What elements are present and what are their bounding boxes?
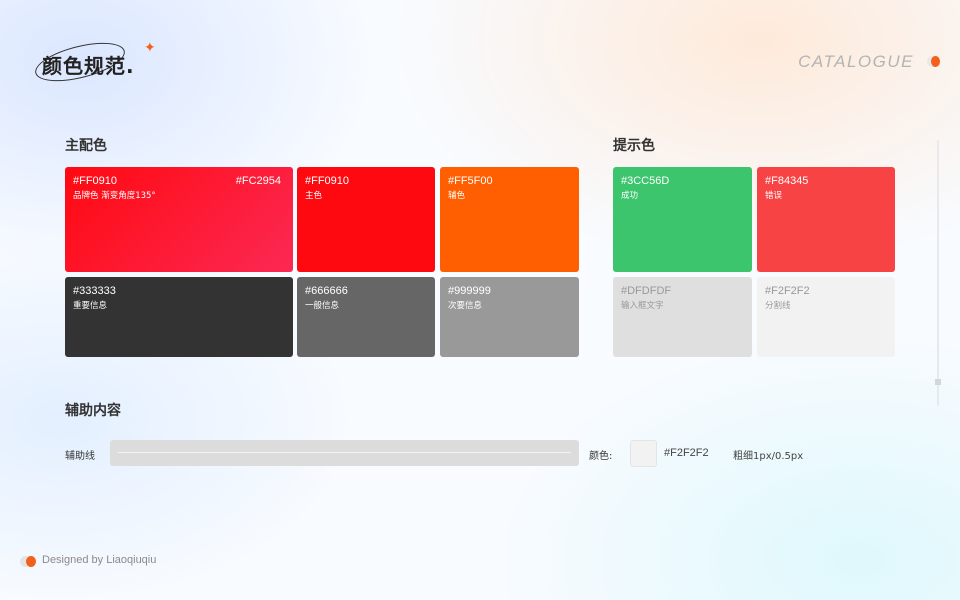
swatch-code: #F2F2F2 xyxy=(765,285,810,297)
color-sample-swatch xyxy=(630,440,657,467)
swatch-code: #F84345 xyxy=(765,175,809,187)
swatch-brand-gradient: #FF0910 品牌色 渐变角度135° #FC2954 xyxy=(65,167,293,272)
primary-colors-title: 主配色 xyxy=(65,138,107,154)
swatch-important-text: #333333 重要信息 xyxy=(65,277,293,357)
swatch-name: 次要信息 xyxy=(448,301,483,311)
swatch-code-end: #FC2954 xyxy=(235,175,281,187)
catalogue-dot-icon[interactable] xyxy=(927,56,940,67)
page-title: 颜色规范. xyxy=(42,54,135,78)
swatch-code: #DFDFDF xyxy=(621,285,672,297)
footer-credit: Designed by Liaoqiuqiu xyxy=(42,554,157,566)
swatch-name: 输入框文字 xyxy=(621,301,664,311)
swatch-code: #999999 xyxy=(448,285,491,297)
scrollbar-track[interactable] xyxy=(937,140,939,406)
swatch-name: 一般信息 xyxy=(305,301,340,311)
swatch-name: 错误 xyxy=(765,191,783,201)
color-label: 颜色: xyxy=(589,451,613,462)
swatch-code: #333333 xyxy=(73,285,116,297)
auxiliary-line-sample xyxy=(110,440,579,466)
swatch-success: #3CC56D 成功 xyxy=(613,167,752,272)
swatch-code: #FF5F00 xyxy=(448,175,493,187)
swatch-code: #3CC56D xyxy=(621,175,670,187)
swatch-divider: #F2F2F2 分割线 xyxy=(757,277,895,357)
swatch-secondary-text: #999999 次要信息 xyxy=(440,277,579,357)
scrollbar-thumb[interactable] xyxy=(935,379,941,385)
line-weight-text: 粗细1px/0.5px xyxy=(733,451,804,462)
swatch-code: #FF0910 xyxy=(305,175,350,187)
guide-line xyxy=(118,452,571,453)
auxiliary-title: 辅助内容 xyxy=(65,403,121,419)
swatch-name: 品牌色 渐变角度135° xyxy=(73,191,156,201)
sparkle-icon: ✦ xyxy=(144,40,156,56)
hint-colors-title: 提示色 xyxy=(613,138,655,154)
footer-logo-icon xyxy=(20,556,36,567)
swatch-name: 分割线 xyxy=(765,301,791,311)
brand-logo: 颜色规范. ✦ xyxy=(31,35,164,89)
swatch-input-text: #DFDFDF 输入框文字 xyxy=(613,277,752,357)
swatch-main: #FF0910 主色 xyxy=(297,167,435,272)
swatch-name: 主色 xyxy=(305,191,323,201)
swatch-name: 成功 xyxy=(621,191,639,201)
swatch-name: 辅色 xyxy=(448,191,466,201)
swatch-secondary: #FF5F00 辅色 xyxy=(440,167,579,272)
swatch-error: #F84345 错误 xyxy=(757,167,895,272)
auxiliary-line-label: 辅助线 xyxy=(65,451,95,462)
swatch-code: #666666 xyxy=(305,285,348,297)
swatch-name: 重要信息 xyxy=(73,301,108,311)
catalogue-link[interactable]: CATALOGUE xyxy=(798,52,914,72)
swatch-normal-text: #666666 一般信息 xyxy=(297,277,435,357)
color-hex-value: #F2F2F2 xyxy=(664,447,709,459)
